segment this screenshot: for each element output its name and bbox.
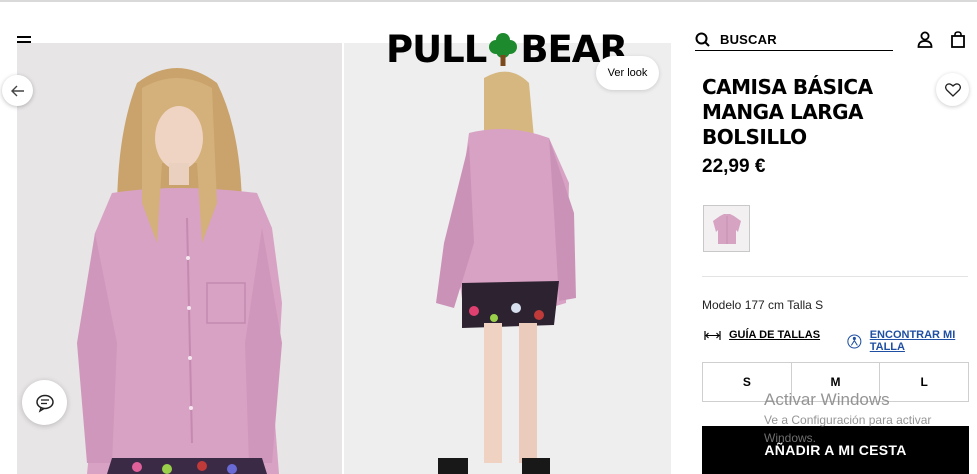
model-back-image: [344, 43, 671, 474]
user-icon[interactable]: [917, 31, 933, 48]
chat-icon: [35, 394, 54, 413]
divider: [702, 276, 968, 277]
size-selector: S M L: [702, 362, 969, 402]
previous-image-button[interactable]: [2, 75, 33, 106]
bag-icon[interactable]: [951, 31, 965, 48]
size-guide-link[interactable]: GUÍA DE TALLAS: [704, 329, 820, 341]
size-option-s[interactable]: S: [703, 363, 792, 401]
search-icon: [695, 32, 710, 47]
person-size-icon: [847, 333, 862, 349]
shirt-thumbnail: [712, 213, 741, 244]
size-guide-label: GUÍA DE TALLAS: [729, 329, 821, 341]
top-border: [0, 0, 977, 2]
ver-look-button[interactable]: Ver look: [596, 56, 659, 90]
find-my-size-label: ENCONTRAR MI TALLA: [869, 329, 956, 353]
tree-logo-icon: [489, 33, 518, 66]
ruler-icon: [704, 330, 721, 340]
add-to-cart-button[interactable]: AÑADIR A MI CESTA: [702, 426, 969, 474]
product-price: 22,99 €: [702, 156, 766, 177]
size-option-l[interactable]: L: [880, 363, 969, 401]
model-info: Modelo 177 cm Talla S: [702, 298, 824, 312]
chat-button[interactable]: [22, 380, 67, 425]
arrow-left-icon: [10, 85, 24, 96]
product-title: CAMISA BÁSICA MANGA LARGA BOLSILLO: [702, 75, 902, 150]
find-my-size-link[interactable]: ENCONTRAR MI TALLA: [847, 329, 977, 353]
product-photo-back[interactable]: [344, 43, 671, 474]
color-swatch[interactable]: [703, 205, 750, 252]
product-title-line: BOLSILLO: [702, 125, 807, 149]
logo-text-pull: PULL: [386, 27, 487, 71]
product-title-line: MANGA LARGA: [702, 100, 864, 124]
size-option-m[interactable]: M: [791, 363, 881, 401]
product-title-line: CAMISA BÁSICA: [702, 75, 873, 99]
add-to-favorites-button[interactable]: [936, 73, 969, 106]
search-bar[interactable]: BUSCAR: [695, 28, 893, 51]
search-label: BUSCAR: [720, 31, 777, 47]
brand-logo[interactable]: PULL BEAR: [386, 27, 628, 71]
heart-icon: [944, 82, 961, 97]
